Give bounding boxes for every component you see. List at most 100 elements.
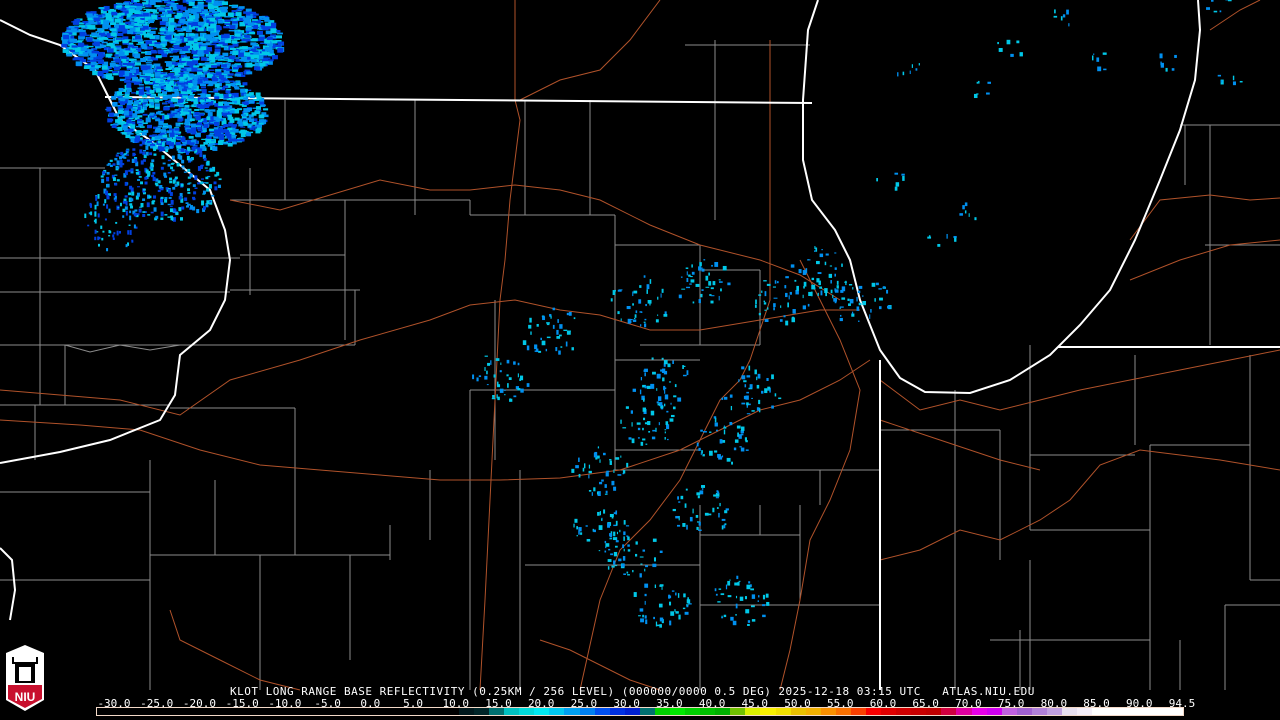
echo-pixel bbox=[815, 247, 818, 252]
echo-pixel bbox=[187, 147, 191, 152]
echo-pixel bbox=[803, 281, 807, 287]
echo-pixel bbox=[644, 385, 647, 389]
echo-pixel bbox=[701, 485, 706, 488]
echo-pixel bbox=[228, 30, 235, 32]
echo-pixel bbox=[493, 374, 496, 378]
echo-pixel bbox=[175, 141, 181, 146]
echo-pixel bbox=[588, 489, 592, 492]
echo-pixel bbox=[593, 452, 598, 458]
echo-pixel bbox=[131, 240, 134, 243]
echo-pixel bbox=[116, 179, 120, 182]
echo-pixel bbox=[119, 202, 122, 207]
echo-pixel bbox=[146, 40, 153, 45]
echo-pixel bbox=[540, 337, 542, 341]
echo-pixel bbox=[497, 396, 500, 401]
echo-pixel bbox=[213, 13, 220, 17]
echo-pixel bbox=[132, 148, 136, 151]
echo-pixel bbox=[174, 27, 181, 30]
echo-pixel bbox=[169, 146, 173, 149]
echo-pixel bbox=[670, 402, 672, 405]
echo-pixel bbox=[182, 88, 188, 92]
echo-pixel bbox=[658, 422, 660, 426]
echo-pixel bbox=[107, 162, 111, 165]
echo-pixel bbox=[656, 401, 659, 404]
echo-pixel bbox=[116, 166, 120, 169]
echo-pixel bbox=[847, 298, 850, 301]
echo-pixel bbox=[834, 300, 837, 304]
echo-pixel bbox=[115, 46, 122, 48]
echo-pixel bbox=[231, 40, 238, 44]
echo-pixel bbox=[684, 611, 689, 615]
echo-pixel bbox=[619, 529, 621, 533]
echo-pixel bbox=[149, 30, 156, 35]
echo-pixel bbox=[870, 309, 872, 313]
echo-pixel bbox=[652, 371, 656, 375]
echo-pixel bbox=[78, 44, 85, 46]
echo-pixel bbox=[208, 91, 214, 93]
echo-pixel bbox=[109, 112, 115, 117]
echo-pixel bbox=[117, 3, 124, 5]
colorbar-swatch bbox=[926, 708, 942, 715]
echo-pixel bbox=[613, 469, 615, 473]
echo-pixel bbox=[869, 314, 871, 319]
echo-pixel bbox=[622, 470, 626, 474]
echo-pixel bbox=[159, 20, 166, 26]
echo-pixel bbox=[721, 617, 724, 619]
colorbar-swatch bbox=[277, 708, 294, 715]
echo-pixel bbox=[118, 66, 125, 68]
echo-pixel bbox=[740, 433, 744, 436]
echo-pixel bbox=[170, 3, 177, 7]
echo-pixel bbox=[725, 584, 728, 590]
echo-pixel bbox=[73, 30, 80, 33]
colorbar-swatch bbox=[549, 708, 565, 715]
echo-pixel bbox=[745, 449, 749, 451]
radar-map[interactable] bbox=[0, 0, 1280, 720]
echo-pixel bbox=[87, 224, 90, 227]
echo-pixel bbox=[718, 588, 722, 590]
echo-pixel bbox=[241, 56, 248, 62]
echo-pixel bbox=[735, 595, 738, 599]
echo-pixel bbox=[772, 286, 776, 288]
echo-pixel bbox=[578, 473, 581, 478]
echo-pixel bbox=[212, 166, 216, 172]
colorbar-swatch bbox=[1122, 708, 1138, 715]
echo-pixel bbox=[174, 91, 180, 97]
colorbar-swatch bbox=[986, 708, 1002, 715]
echo-pixel bbox=[183, 101, 189, 104]
echo-pixel bbox=[715, 497, 719, 499]
echo-pixel bbox=[599, 481, 603, 485]
echo-pixel bbox=[487, 362, 491, 366]
echo-pixel bbox=[652, 538, 657, 542]
echo-pixel bbox=[692, 301, 695, 304]
echo-pixel bbox=[1062, 14, 1066, 18]
echo-pixel bbox=[574, 518, 578, 523]
echo-pixel bbox=[699, 262, 702, 267]
echo-pixel bbox=[825, 292, 827, 297]
echo-pixel bbox=[508, 377, 512, 381]
echo-pixel bbox=[766, 601, 770, 606]
echo-pixel bbox=[173, 86, 179, 90]
echo-pixel bbox=[169, 177, 173, 181]
echo-pixel bbox=[148, 195, 152, 199]
echo-pixel bbox=[214, 83, 220, 88]
echo-pixel bbox=[608, 548, 611, 551]
echo-pixel bbox=[141, 51, 148, 54]
echo-pixel bbox=[206, 74, 212, 78]
echo-pixel bbox=[226, 88, 232, 91]
echo-pixel bbox=[614, 289, 616, 292]
echo-pixel bbox=[631, 422, 633, 427]
echo-pixel bbox=[223, 124, 229, 127]
echo-pixel bbox=[234, 87, 240, 90]
echo-pixel bbox=[528, 324, 532, 329]
echo-pixel bbox=[232, 23, 239, 26]
echo-pixel bbox=[189, 74, 195, 78]
echo-pixel bbox=[140, 181, 144, 185]
echo-pixel bbox=[161, 11, 168, 15]
echo-pixel bbox=[723, 426, 727, 429]
echo-pixel bbox=[918, 63, 920, 66]
echo-pixel bbox=[117, 207, 120, 209]
echo-pixel bbox=[232, 138, 238, 142]
echo-pixel bbox=[721, 525, 724, 530]
echo-pixel bbox=[183, 109, 189, 112]
echo-pixel bbox=[178, 156, 182, 159]
